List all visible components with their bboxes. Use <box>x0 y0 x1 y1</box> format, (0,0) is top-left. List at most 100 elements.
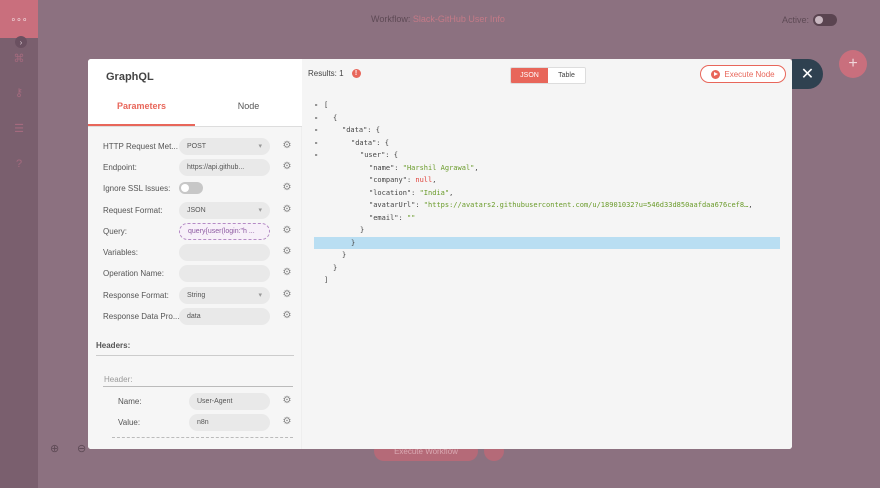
help-icon[interactable]: ? <box>12 158 26 172</box>
workflow-label: Workflow: <box>371 14 411 24</box>
param-ignore-ssl: Ignore SSL Issues: ⚙ <box>103 179 293 197</box>
param-value: User-Agent <box>197 397 233 405</box>
json-line: "company": null, <box>314 174 780 187</box>
zoom-in-icon[interactable]: ⊕ <box>50 442 64 456</box>
json-colon: : <box>394 163 403 172</box>
gear-icon[interactable]: ⚙ <box>281 204 293 216</box>
results-summary: Results: 1 ! <box>308 69 361 78</box>
gear-icon[interactable]: ⚙ <box>281 395 293 407</box>
header-subtitle: Header: <box>104 375 133 384</box>
collapse-toggle-icon[interactable]: - <box>314 124 324 137</box>
param-label: Value: <box>118 417 141 427</box>
json-colon: : <box>415 201 424 209</box>
execute-node-label: Execute Node <box>724 69 775 79</box>
json-line-content: } <box>324 226 364 234</box>
execute-node-button[interactable]: Execute Node <box>700 65 786 83</box>
collapse-toggle-icon[interactable]: - <box>314 149 324 162</box>
param-operation-name: Operation Name: ⚙ <box>103 264 293 282</box>
http-method-select[interactable]: POST ▾ <box>179 137 270 155</box>
json-punctuation: , <box>474 163 479 172</box>
view-json-button[interactable]: JSON <box>511 68 548 83</box>
json-line-content: "data": { <box>324 139 389 147</box>
header-value-input[interactable]: n8n <box>189 413 270 431</box>
gear-icon[interactable]: ⚙ <box>281 140 293 152</box>
gear-icon[interactable]: ⚙ <box>281 267 293 279</box>
active-label: Active: <box>782 15 810 25</box>
info-icon[interactable]: ! <box>351 69 361 78</box>
endpoint-input[interactable]: https://api.github... <box>179 158 270 176</box>
close-button[interactable]: ✕ <box>792 59 823 89</box>
sidebar <box>0 0 38 488</box>
ignore-ssl-toggle[interactable] <box>179 182 203 194</box>
collapse-toggle-icon[interactable]: - <box>314 137 324 150</box>
header-name-input[interactable]: User-Agent <box>189 392 270 410</box>
json-punctuation: ] <box>324 276 329 284</box>
operation-name-input[interactable] <box>179 264 270 282</box>
param-label: Endpoint: <box>103 162 137 172</box>
node-title[interactable]: GraphQL <box>106 71 154 83</box>
executions-list-icon[interactable]: ☰ <box>12 122 26 136</box>
param-value: JSON <box>187 206 206 214</box>
tab-parameters[interactable]: Parameters <box>88 95 195 126</box>
param-value: n8n <box>197 418 209 426</box>
json-line[interactable]: - "user": { <box>314 149 780 162</box>
workflow-title: Workflow: Slack-GitHub User Info <box>371 14 505 24</box>
json-line[interactable]: -[ <box>314 99 780 112</box>
param-value: POST <box>187 142 207 150</box>
query-expression-input[interactable]: query{user(login:"h ... <box>179 222 270 240</box>
n8n-logo-icon: ∘∘∘ <box>0 0 38 38</box>
active-toggle[interactable] <box>813 14 838 26</box>
param-request-format: Request Format: JSON ▾ ⚙ <box>103 201 293 219</box>
close-icon: ✕ <box>800 66 815 83</box>
variables-input[interactable] <box>179 243 270 261</box>
json-key: "email" <box>369 213 399 222</box>
gear-icon[interactable]: ⚙ <box>281 416 293 428</box>
gear-icon[interactable]: ⚙ <box>281 182 293 194</box>
json-line[interactable]: - "data": { <box>314 137 780 150</box>
json-line: "email": "" <box>314 212 780 225</box>
active-control: Active: <box>782 14 838 26</box>
json-line: "location": "India", <box>314 187 780 200</box>
json-line-content: ] <box>324 276 328 284</box>
json-colon: : <box>398 213 407 222</box>
json-line[interactable]: - "data": { <box>314 124 780 137</box>
json-punctuation: } <box>351 238 356 247</box>
json-string-value: "India" <box>419 188 450 197</box>
workflows-icon[interactable]: ⌘ <box>12 52 26 66</box>
json-line: "name": "Harshil Agrawal", <box>314 162 780 175</box>
param-response-data-property: Response Data Pro... data ⚙ <box>103 307 293 325</box>
json-punctuation: } <box>333 263 338 272</box>
gear-icon[interactable]: ⚙ <box>281 310 293 322</box>
credentials-key-icon[interactable]: ⚷ <box>12 86 26 100</box>
node-settings-panel: GraphQL Parameters Node HTTP Request Met… <box>88 59 302 449</box>
gear-icon[interactable]: ⚙ <box>281 246 293 258</box>
add-node-button[interactable]: + <box>839 50 867 78</box>
json-line[interactable]: -{ <box>314 112 780 125</box>
json-key: "location" <box>369 188 412 197</box>
gear-icon[interactable]: ⚙ <box>281 289 293 301</box>
param-endpoint: Endpoint: https://api.github... ⚙ <box>103 158 293 176</box>
node-modal: GraphQL Parameters Node HTTP Request Met… <box>88 59 792 449</box>
expand-sidebar-icon[interactable]: › <box>15 36 27 48</box>
json-key: "company" <box>369 176 407 184</box>
param-label: Variables: <box>103 247 138 257</box>
json-line-content: [ <box>324 101 328 109</box>
json-line: ] <box>314 274 780 287</box>
json-line-content: { <box>324 114 337 122</box>
param-value: data <box>187 312 201 320</box>
collapse-toggle-icon[interactable]: - <box>314 112 324 125</box>
json-punctuation: , <box>432 176 437 184</box>
tab-node[interactable]: Node <box>195 95 302 126</box>
workflow-name[interactable]: Slack-GitHub User Info <box>413 14 505 24</box>
response-data-property-input[interactable]: data <box>179 307 270 325</box>
request-format-select[interactable]: JSON ▾ <box>179 201 270 219</box>
gear-icon[interactable]: ⚙ <box>281 161 293 173</box>
response-format-select[interactable]: String ▾ <box>179 286 270 304</box>
json-key: "name" <box>369 163 395 172</box>
json-line-content: "email": "" <box>324 214 415 222</box>
json-line-content: } <box>324 264 337 272</box>
gear-icon[interactable]: ⚙ <box>281 225 293 237</box>
view-table-button[interactable]: Table <box>548 68 585 83</box>
param-label: Ignore SSL Issues: <box>103 183 171 193</box>
collapse-toggle-icon[interactable]: - <box>314 99 324 112</box>
